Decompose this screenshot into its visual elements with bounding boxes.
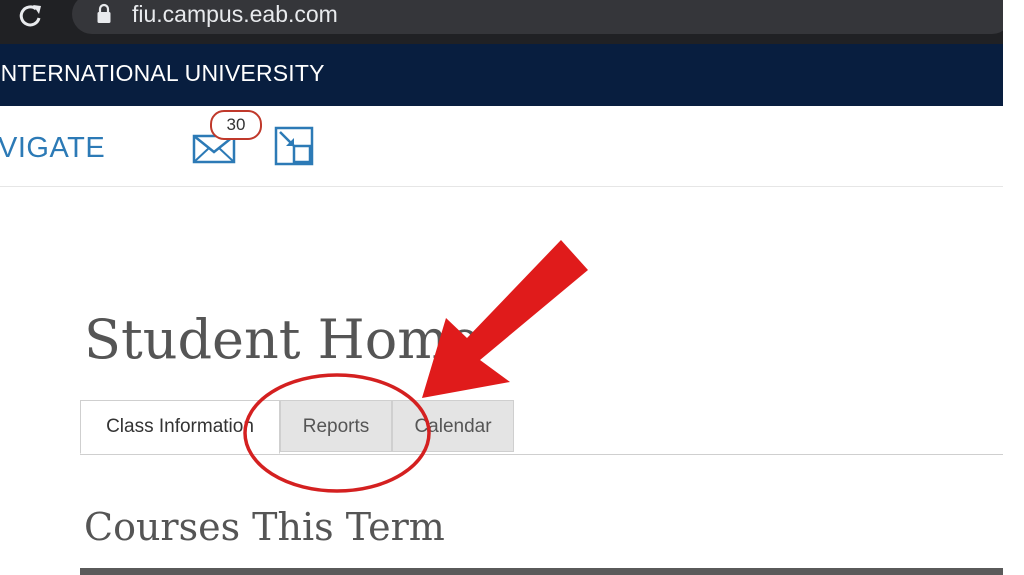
page-title: Student Home [84, 308, 481, 371]
university-banner: INTERNATIONAL UNIVERSITY [0, 44, 1003, 106]
courses-table-header [80, 568, 1003, 575]
tab-reports[interactable]: Reports [280, 400, 392, 452]
lock-icon [97, 3, 111, 23]
navigate-menu-link[interactable]: VIGATE [0, 132, 105, 165]
tab-calendar[interactable]: Calendar [392, 400, 514, 452]
url-text[interactable]: fiu.campus.eab.com [132, 0, 338, 28]
university-name: INTERNATIONAL UNIVERSITY [0, 60, 325, 86]
window-edge [1003, 0, 1024, 575]
reload-icon[interactable] [14, 2, 48, 30]
top-navigation: VIGATE [0, 106, 1003, 187]
popout-window-icon[interactable] [274, 126, 314, 166]
browser-toolbar: fiu.campus.eab.com [0, 0, 1012, 44]
tab-class-information[interactable]: Class Information [80, 400, 280, 454]
tab-strip: Class Information Reports Calendar [80, 400, 1003, 455]
unread-count-badge: 30 [210, 110, 262, 140]
courses-section-title: Courses This Term [84, 505, 445, 549]
